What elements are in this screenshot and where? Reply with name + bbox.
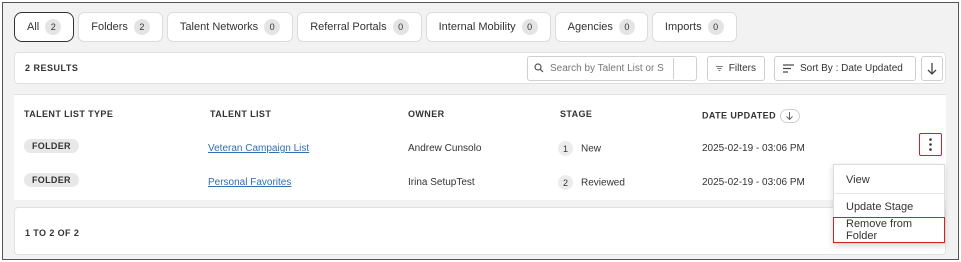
type-badge: FOLDER — [24, 173, 79, 187]
column-header-owner: OWNER — [408, 109, 445, 119]
tab-bar: All 2 Folders 2 Talent Networks 0 Referr… — [14, 12, 737, 44]
filters-label: Filters — [728, 63, 756, 74]
sort-by-label: Sort By : Date Updated — [800, 63, 903, 74]
sort-arrow-icon[interactable] — [779, 109, 800, 123]
talent-list-link[interactable]: Veteran Campaign List — [208, 143, 309, 154]
tab-count: 0 — [618, 19, 635, 35]
row-actions-button[interactable] — [919, 133, 942, 156]
tab-folders[interactable]: Folders 2 — [78, 12, 163, 42]
results-toolbar: 2 RESULTS Filters Sort By : Date Updated — [14, 52, 946, 84]
stage-number: 2 — [558, 175, 573, 190]
tab-count: 0 — [521, 19, 538, 35]
tab-label: All — [27, 21, 40, 33]
table-row: FOLDER Veteran Campaign List Andrew Cuns… — [14, 137, 946, 161]
talent-list-table: TALENT LIST TYPE TALENT LIST OWNER STAGE… — [14, 94, 946, 200]
arrow-down-icon — [927, 62, 937, 75]
column-header-talent-list: TALENT LIST — [210, 109, 272, 119]
type-badge: FOLDER — [24, 139, 79, 153]
tab-referral-portals[interactable]: Referral Portals 0 — [297, 12, 422, 42]
tab-internal-mobility[interactable]: Internal Mobility 0 — [425, 12, 551, 42]
type-cell: FOLDER — [24, 139, 79, 153]
tab-label: Folders — [91, 21, 128, 33]
talent-list-link[interactable]: Personal Favorites — [208, 177, 291, 188]
search-box — [527, 56, 697, 81]
tab-count: 2 — [133, 19, 150, 35]
filters-button[interactable]: Filters — [707, 56, 765, 81]
stage-label: Reviewed — [581, 177, 625, 189]
tab-agencies[interactable]: Agencies 0 — [554, 12, 648, 42]
stage-cell: 2 Reviewed — [558, 175, 625, 190]
row-actions-menu: View Update Stage Remove from Folder — [833, 164, 946, 244]
results-count: 2 RESULTS — [25, 63, 79, 73]
tab-label: Agencies — [567, 21, 613, 33]
tab-imports[interactable]: Imports 0 — [651, 12, 737, 42]
date-updated-label: DATE UPDATED — [702, 110, 776, 121]
column-header-date-updated[interactable]: DATE UPDATED — [702, 109, 800, 123]
pagination-summary: 1 TO 2 OF 2 — [25, 228, 80, 238]
date-cell: 2025-02-19 - 03:06 PM — [702, 177, 805, 188]
stage-number: 1 — [558, 141, 573, 156]
table-row: FOLDER Personal Favorites Irina SetupTes… — [14, 171, 946, 195]
tab-label: Talent Networks — [179, 21, 259, 33]
pagination-bar: 1 TO 2 OF 2 — [14, 207, 946, 255]
tab-all[interactable]: All 2 — [14, 12, 75, 42]
stage-cell: 1 New — [558, 141, 601, 156]
column-header-type: TALENT LIST TYPE — [24, 109, 114, 119]
owner-cell: Andrew Cunsolo — [408, 143, 482, 154]
sort-by-button[interactable]: Sort By : Date Updated — [774, 56, 916, 81]
kebab-menu-icon — [929, 138, 932, 151]
tab-count: 2 — [45, 19, 62, 35]
column-header-stage: STAGE — [560, 109, 593, 119]
menu-item-view[interactable]: View — [834, 167, 946, 193]
sort-lines-icon — [783, 64, 794, 73]
date-cell: 2025-02-19 - 03:06 PM — [702, 143, 805, 154]
tab-label: Imports — [664, 21, 702, 33]
search-input[interactable] — [550, 58, 674, 79]
owner-cell: Irina SetupTest — [408, 177, 475, 188]
search-icon — [534, 63, 544, 73]
tab-label: Internal Mobility — [438, 21, 516, 33]
filter-icon — [716, 65, 723, 72]
stage-label: New — [581, 143, 602, 155]
tab-count: 0 — [392, 19, 409, 35]
tab-count: 0 — [264, 19, 281, 35]
tab-count: 0 — [707, 19, 724, 35]
type-cell: FOLDER — [24, 173, 79, 187]
menu-item-update-stage[interactable]: Update Stage — [834, 193, 946, 219]
tab-label: Referral Portals — [310, 21, 387, 33]
tab-talent-networks[interactable]: Talent Networks 0 — [166, 12, 294, 42]
sort-direction-button[interactable] — [921, 56, 943, 81]
menu-item-remove-from-folder[interactable]: Remove from Folder — [833, 217, 945, 243]
